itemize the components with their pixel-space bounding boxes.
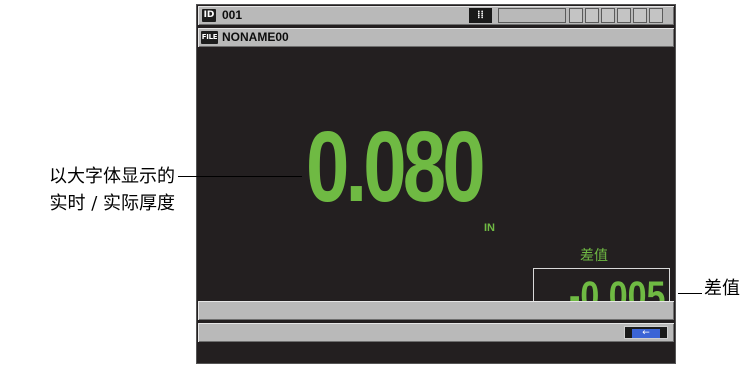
indicator-box-5 [633, 8, 647, 23]
id-icon: ID [202, 9, 216, 22]
indicator-box-3 [601, 8, 615, 23]
callout-line-2: 实时 / 实际厚度 [49, 193, 175, 214]
file-bar: FILE NONAME00 [198, 28, 674, 47]
indicator-box-4 [617, 8, 631, 23]
diff-callout: 差值 [704, 278, 740, 299]
status-bar-1 [198, 301, 674, 320]
id-value: 001 [222, 8, 243, 22]
indicator-box-6 [649, 8, 663, 23]
status-slot [498, 8, 566, 23]
main-reading-callout: 以大字体显示的 实时 / 实际厚度 [10, 163, 175, 217]
callout-line-1: 以大字体显示的 [49, 166, 175, 187]
file-icon: FILE [201, 31, 218, 44]
indicator-box-2 [585, 8, 599, 23]
file-name: NONAME00 [222, 30, 289, 44]
main-reading-leader [178, 176, 302, 177]
diff-leader [678, 293, 702, 294]
memory-icon: ⁞⁞ [469, 8, 492, 23]
back-arrow-icon: ← [632, 329, 660, 338]
diff-label: 差值 [580, 248, 608, 264]
indicator-box-1 [569, 8, 583, 23]
back-arrow-button[interactable]: ← [624, 326, 668, 339]
thickness-reading: 0.080 [306, 111, 486, 223]
id-bar: ID 001 ⁞⁞ [198, 6, 674, 25]
device-screen: ID 001 ⁞⁞ FILE NONAME00 0.080 IN 差值 -0.0… [196, 4, 676, 364]
unit-label: IN [484, 222, 495, 234]
status-bar-2: ← [198, 323, 674, 342]
